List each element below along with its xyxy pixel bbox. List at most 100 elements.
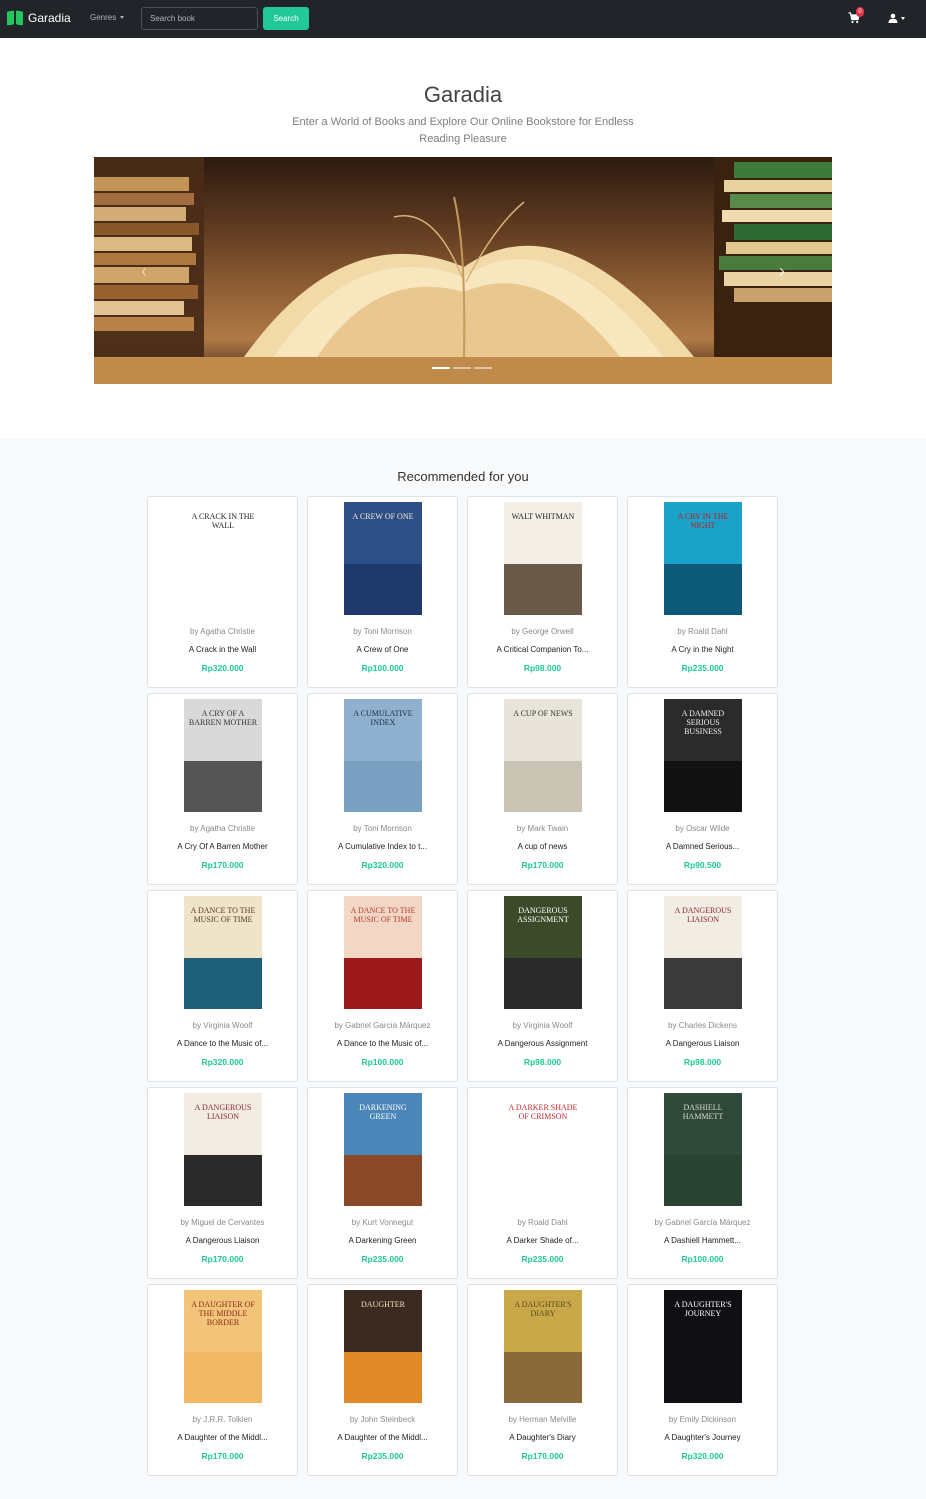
book-cover-image[interactable]: A Dance to the Music of Time xyxy=(184,896,262,1009)
book-card[interactable]: A Dangerous Liaison by Charles Dickens A D… xyxy=(627,890,778,1082)
book-card[interactable]: A Damned Serious Business by Oscar Wilde A… xyxy=(627,693,778,885)
book-card[interactable]: A Daughter of the Middle Border by J.R.R.… xyxy=(147,1284,298,1476)
book-price: Rp90.500 xyxy=(683,860,722,870)
book-title[interactable]: A Cry Of A Barren Mother xyxy=(158,842,287,851)
cover-title-text: A Dangerous Liaison xyxy=(194,1103,252,1121)
search-input[interactable] xyxy=(141,7,258,30)
book-cover-image[interactable]: Dangerous Assignment xyxy=(504,896,582,1009)
book-card[interactable]: A Daughter's Journey by Emily Dickinson A … xyxy=(627,1284,778,1476)
book-title[interactable]: A Daughter's Journey xyxy=(638,1433,767,1442)
book-card[interactable]: Dangerous Assignment by Virginia Woolf A D… xyxy=(467,890,618,1082)
book-title[interactable]: A Cry in the Night xyxy=(638,645,767,654)
book-card[interactable]: Walt Whitman by George Orwell A Critical C… xyxy=(467,496,618,688)
book-cover-image[interactable]: A Dangerous Liaison xyxy=(184,1093,262,1206)
book-cover-image[interactable]: A Daughter's Journey xyxy=(664,1290,742,1403)
book-card[interactable]: A Cry in the Night by Roald Dahl A Cry in … xyxy=(627,496,778,688)
book-price: Rp320.000 xyxy=(201,663,244,673)
book-cover-image[interactable]: A Crack in the Wall xyxy=(184,502,262,615)
search-button[interactable]: Search xyxy=(263,7,309,30)
book-card[interactable]: A Darker Shade of Crimson by Roald Dahl A … xyxy=(467,1087,618,1279)
book-title[interactable]: A Crew of One xyxy=(318,645,447,654)
book-title[interactable]: A Darkening Green xyxy=(318,1236,447,1245)
carousel-indicator[interactable] xyxy=(474,367,492,369)
book-cover-image[interactable]: A Damned Serious Business xyxy=(664,699,742,812)
book-card[interactable]: Darkening Green by Kurt Vonnegut A Darkeni… xyxy=(307,1087,458,1279)
book-author: by Herman Melville xyxy=(508,1415,577,1424)
book-price: Rp320.000 xyxy=(681,1451,724,1461)
hero-subtitle: Enter a World of Books and Explore Our O… xyxy=(292,116,634,145)
book-cover-image[interactable]: A Cup of News xyxy=(504,699,582,812)
carousel-prev-button[interactable]: ‹ xyxy=(134,261,154,281)
book-card[interactable]: A Cry of a Barren Mother by Agatha Christ… xyxy=(147,693,298,885)
book-price: Rp98.000 xyxy=(683,1057,722,1067)
book-title[interactable]: A Crack in the Wall xyxy=(158,645,287,654)
book-cover-image[interactable]: A Crew of One xyxy=(344,502,422,615)
cover-art xyxy=(344,958,422,1009)
book-title[interactable]: A Daughter's Diary xyxy=(478,1433,607,1442)
book-card[interactable]: Dashiell Hammett by Gabriel García Márque… xyxy=(627,1087,778,1279)
book-cover-image[interactable]: A Daughter of the Middle Border xyxy=(184,1290,262,1403)
carousel-indicator[interactable] xyxy=(453,367,471,369)
carousel-indicator[interactable] xyxy=(432,367,450,369)
book-title[interactable]: A cup of news xyxy=(478,842,607,851)
book-author: by J.R.R. Tolkien xyxy=(192,1415,253,1424)
caret-down-icon xyxy=(120,16,125,20)
book-title[interactable]: A Dashiell Hammett... xyxy=(638,1236,767,1245)
user-menu[interactable] xyxy=(888,13,905,23)
cover-title-text: Walt Whitman xyxy=(511,512,575,521)
book-cover-image[interactable]: A Darker Shade of Crimson xyxy=(504,1093,582,1206)
brand-name: Garadia xyxy=(28,11,71,25)
book-cover-image[interactable]: Darkening Green xyxy=(344,1093,422,1206)
book-card[interactable]: A Dance to the Music of Time by Gabriel G… xyxy=(307,890,458,1082)
book-title[interactable]: A Dangerous Liaison xyxy=(638,1039,767,1048)
book-title[interactable]: A Daughter of the Middl... xyxy=(318,1433,447,1442)
book-logo-icon xyxy=(7,10,23,26)
book-price: Rp170.000 xyxy=(201,860,244,870)
cover-art xyxy=(664,1155,742,1206)
cover-art xyxy=(184,1352,262,1403)
book-card[interactable]: A Dangerous Liaison by Miguel de Cervante… xyxy=(147,1087,298,1279)
book-cover-image[interactable]: A Cry in the Night xyxy=(664,502,742,615)
book-title[interactable]: A Daughter of the Middl... xyxy=(158,1433,287,1442)
cover-art xyxy=(664,761,742,812)
book-title[interactable]: A Dance to the Music of... xyxy=(158,1039,287,1048)
cover-art xyxy=(504,1352,582,1403)
book-author: by John Steinbeck xyxy=(349,1415,416,1424)
book-cover-image[interactable]: A Daughter's Diary xyxy=(504,1290,582,1403)
book-author: by Agatha Christie xyxy=(190,824,255,833)
cover-art xyxy=(184,1155,262,1206)
book-title[interactable]: A Dangerous Liaison xyxy=(158,1236,287,1245)
book-card[interactable]: A Cup of News by Mark Twain A cup of news R… xyxy=(467,693,618,885)
book-title[interactable]: A Damned Serious... xyxy=(638,842,767,851)
book-title[interactable]: A Dangerous Assignment xyxy=(478,1039,607,1048)
book-card[interactable]: A Dance to the Music of Time by Virginia … xyxy=(147,890,298,1082)
book-cover-image[interactable]: Walt Whitman xyxy=(504,502,582,615)
cover-art xyxy=(504,1155,582,1206)
book-author: by Virginia Woolf xyxy=(512,1021,573,1030)
cover-art xyxy=(184,958,262,1009)
caret-down-icon xyxy=(901,16,905,20)
book-title[interactable]: A Dance to the Music of... xyxy=(318,1039,447,1048)
recommended-section: Recommended for you A Crack in the Wall b… xyxy=(0,439,926,1499)
book-title[interactable]: A Darker Shade of... xyxy=(478,1236,607,1245)
book-cover-image[interactable]: A Dangerous Liaison xyxy=(664,896,742,1009)
book-price: Rp98.000 xyxy=(523,1057,562,1067)
book-card[interactable]: A Daughter's Diary by Herman Melville A Da… xyxy=(467,1284,618,1476)
book-cover-image[interactable]: A Dance to the Music of Time xyxy=(344,896,422,1009)
book-card[interactable]: Daughter by John Steinbeck A Daughter of t… xyxy=(307,1284,458,1476)
book-price: Rp170.000 xyxy=(201,1451,244,1461)
genres-dropdown[interactable]: Genres xyxy=(90,13,125,22)
book-cover-image[interactable]: A Cry of a Barren Mother xyxy=(184,699,262,812)
book-cover-image[interactable]: Dashiell Hammett xyxy=(664,1093,742,1206)
carousel-next-button[interactable]: › xyxy=(772,261,792,281)
book-title[interactable]: A Cumulative Index to t... xyxy=(318,842,447,851)
brand-link[interactable]: Garadia xyxy=(7,10,71,26)
open-book-image xyxy=(94,157,832,384)
book-cover-image[interactable]: A Cumulative Index xyxy=(344,699,422,812)
book-cover-image[interactable]: Daughter xyxy=(344,1290,422,1403)
book-card[interactable]: A Crew of One by Toni Morrison A Crew of O… xyxy=(307,496,458,688)
book-title[interactable]: A Critical Companion To... xyxy=(478,645,607,654)
book-card[interactable]: A Crack in the Wall by Agatha Christie A C… xyxy=(147,496,298,688)
cover-art xyxy=(664,1352,742,1403)
book-card[interactable]: A Cumulative Index by Toni Morrison A Cumu… xyxy=(307,693,458,885)
